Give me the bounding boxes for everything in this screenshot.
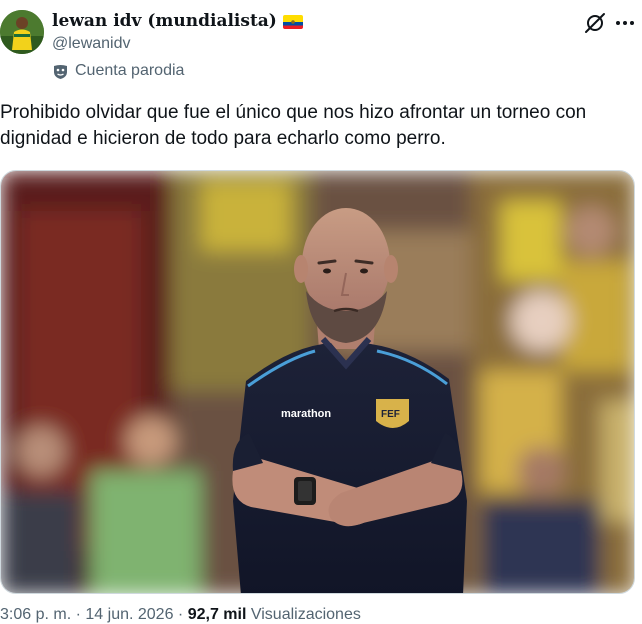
user-handle[interactable]: @lewanidv [52,35,131,53]
tweet-meta: 3:06 p. m. · 14 jun. 2026 · 92,7 mil Vis… [0,606,361,623]
parody-label: Cuenta parodia [75,62,185,79]
views-count: 92,7 mil [187,606,247,623]
parody-mask-icon [54,64,67,79]
ecuador-flag-icon [282,15,303,29]
tweet-text: Prohibido olvidar que fue el único que n… [0,102,587,149]
views-label: Visualizaciones [250,606,361,623]
tweet-date[interactable]: 14 jun. 2026 [85,606,173,623]
display-name[interactable]: lewan idv (mundialista) [52,11,277,31]
tweet-time[interactable]: 3:06 p. m. [0,606,71,623]
tweet-header: lewan idv (mundialista) @lewanidv Cuenta… [0,0,642,96]
crest-text: FEF [381,409,400,420]
parody-badge: Cuenta parodia [52,62,184,80]
name-row: lewan idv (mundialista) [52,11,303,31]
more-icon[interactable] [612,12,638,34]
shirt-sponsor-text: marathon [281,408,331,420]
avatar-image [0,10,44,54]
grok-icon[interactable] [584,12,606,34]
coach-photo-image: marathon FEF [1,171,634,593]
tweet-photo[interactable]: marathon FEF [0,170,635,594]
avatar[interactable] [0,10,44,54]
